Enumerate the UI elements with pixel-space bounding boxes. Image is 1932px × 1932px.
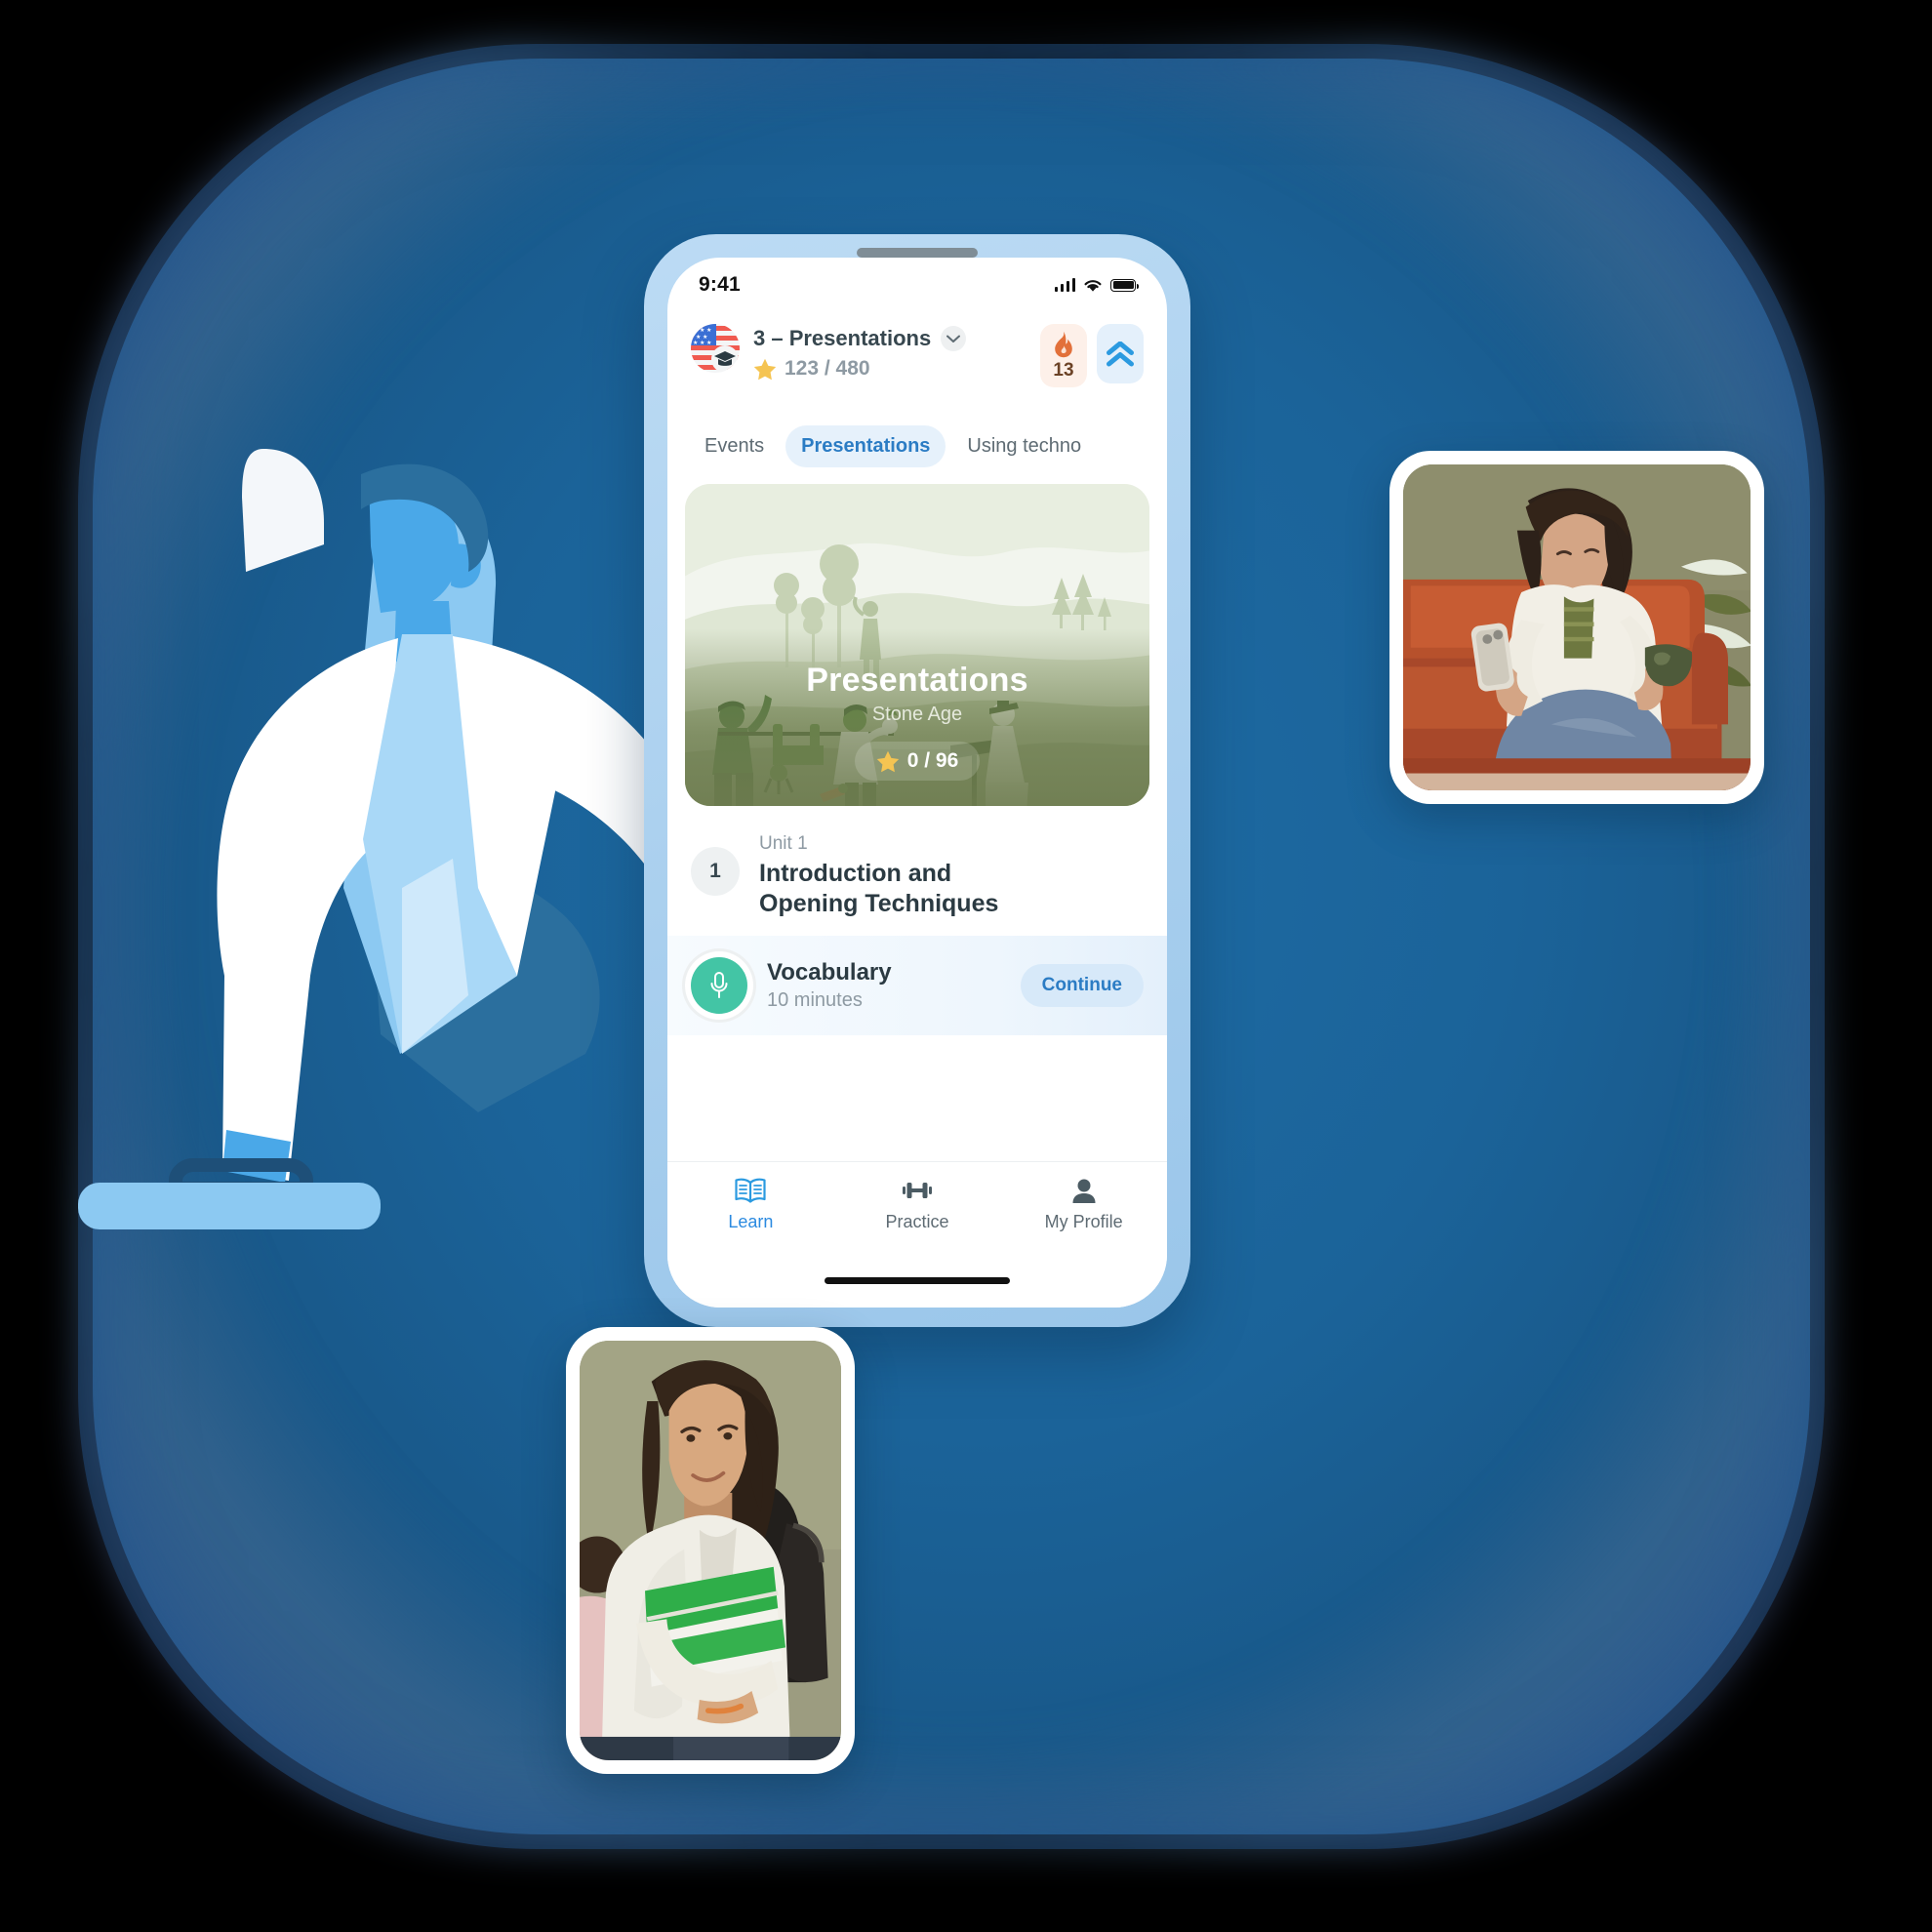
category-tabs[interactable]: Events Presentations Using techno — [667, 416, 1167, 476]
phone-screen: 9:41 ★ ★ ★ ★ ★ ★ ★ ★ 3 – Presentations 1… — [667, 258, 1167, 1308]
svg-text:★: ★ — [703, 334, 707, 341]
course-xp-text: 123 / 480 — [785, 357, 870, 380]
woman-on-couch-with-phone-photo — [1389, 451, 1764, 804]
hero-text-block: Presentations Stone Age 0 / 96 — [685, 662, 1149, 781]
course-title-row[interactable]: 3 – Presentations — [753, 326, 1032, 351]
microphone-icon — [691, 957, 747, 1014]
tab-events[interactable]: Events — [689, 425, 780, 467]
star-icon — [876, 750, 899, 772]
nav-label-learn: Learn — [728, 1212, 774, 1231]
lesson-meta: Vocabulary 10 minutes — [767, 959, 1021, 1012]
nav-label-my-profile: My Profile — [1044, 1212, 1123, 1231]
person-icon — [1072, 1179, 1096, 1203]
dumbbell-icon — [903, 1183, 932, 1198]
unit-label: Unit 1 — [759, 833, 808, 854]
header-badges: 13 — [1040, 324, 1144, 387]
streak-badge[interactable]: 13 — [1040, 324, 1087, 387]
chevron-down-icon[interactable] — [941, 326, 967, 351]
hero-subtitle: Stone Age — [871, 704, 963, 725]
cellular-signal-icon — [1054, 278, 1075, 292]
hero-title: Presentations — [806, 662, 1028, 699]
open-book-icon — [735, 1178, 766, 1203]
hero-progress-text: 0 / 96 — [906, 749, 959, 772]
unit-header: 1 Unit 1 Introduction and Opening Techni… — [667, 806, 1167, 936]
nav-item-my-profile[interactable]: My Profile — [1000, 1176, 1167, 1232]
course-title: 3 – Presentations — [753, 326, 932, 350]
wifi-icon — [1084, 279, 1102, 292]
nav-item-learn[interactable]: Learn — [667, 1176, 834, 1232]
student-with-notebook-photo — [566, 1327, 855, 1774]
lesson-title: Vocabulary — [767, 959, 892, 986]
battery-icon — [1110, 278, 1139, 292]
app-header: ★ ★ ★ ★ ★ ★ ★ ★ 3 – Presentations 123 / … — [667, 312, 1167, 393]
tab-presentations[interactable]: Presentations — [785, 424, 946, 467]
nav-label-practice: Practice — [885, 1212, 949, 1231]
hero-progress-badge: 0 / 96 — [854, 742, 981, 781]
svg-text:★: ★ — [706, 340, 711, 346]
home-indicator — [825, 1277, 1010, 1284]
course-info: 3 – Presentations 123 / 480 — [753, 324, 1032, 381]
lesson-row-vocabulary[interactable]: Vocabulary 10 minutes Continue — [667, 936, 1167, 1035]
screenshot-canvas: 9:41 ★ ★ ★ ★ ★ ★ ★ ★ 3 – Presentations 1… — [0, 0, 1932, 1932]
nav-item-practice[interactable]: Practice — [834, 1176, 1001, 1232]
course-xp-row: 123 / 480 — [753, 357, 1032, 381]
double-chevron-up-icon — [1107, 342, 1134, 367]
svg-text:★: ★ — [700, 340, 704, 346]
unit-number-badge: 1 — [691, 847, 740, 896]
status-bar-icons — [1054, 278, 1139, 293]
star-icon — [753, 358, 777, 380]
lesson-list-scroll-area[interactable]: Presentations Stone Age 0 / 96 1 Unit 1 … — [667, 476, 1167, 1161]
flame-icon — [1055, 331, 1072, 358]
lesson-duration: 10 minutes — [767, 989, 863, 1011]
tab-using-technology[interactable]: Using techno — [951, 425, 1097, 467]
streak-count: 13 — [1053, 360, 1074, 381]
svg-text:★: ★ — [700, 327, 704, 334]
unit-title: Introduction and Opening Techniques — [759, 860, 999, 917]
us-flag-graduation-cap-avatar[interactable]: ★ ★ ★ ★ ★ ★ ★ ★ — [691, 324, 740, 373]
status-bar: 9:41 — [667, 258, 1167, 312]
phone-speaker — [857, 248, 978, 258]
phone-mockup: 9:41 ★ ★ ★ ★ ★ ★ ★ ★ 3 – Presentations 1… — [644, 234, 1190, 1327]
continue-button[interactable]: Continue — [1020, 964, 1144, 1007]
svg-text:★: ★ — [693, 340, 698, 346]
bottom-navigation[interactable]: Learn Practice My Profile — [667, 1161, 1167, 1308]
svg-text:★: ★ — [706, 327, 711, 334]
svg-text:★: ★ — [696, 334, 701, 341]
course-hero-card[interactable]: Presentations Stone Age 0 / 96 — [685, 484, 1149, 806]
level-badge[interactable] — [1097, 324, 1144, 383]
status-bar-time: 9:41 — [699, 273, 741, 296]
svg-text:★: ★ — [693, 327, 698, 334]
